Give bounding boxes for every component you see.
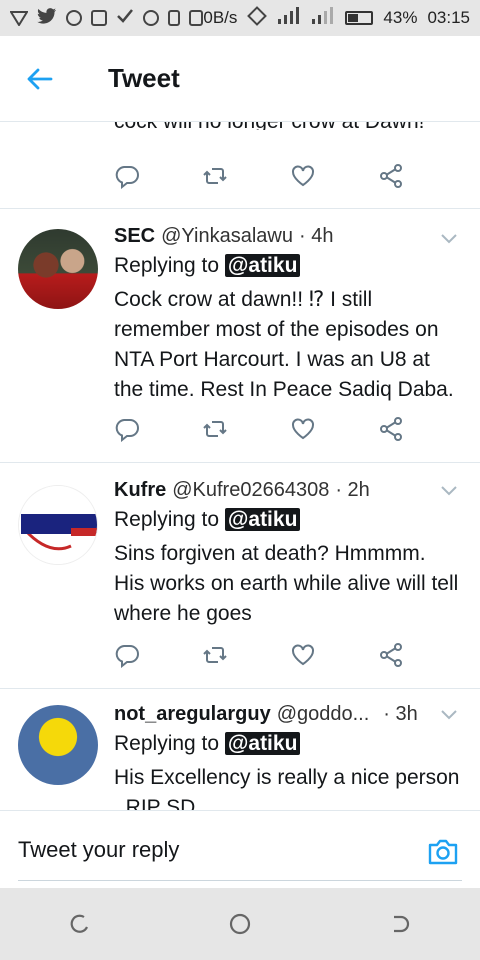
clock: 03:15 — [427, 8, 470, 27]
retweet-icon — [203, 647, 227, 663]
retweet-button[interactable] — [202, 163, 290, 189]
tweet-header: not_aregularguy @goddo... · 3h — [114, 701, 460, 727]
whatsapp-icon — [143, 10, 159, 26]
tweet-actions — [0, 409, 466, 449]
camera-icon[interactable] — [426, 835, 460, 869]
share-button[interactable] — [378, 416, 466, 442]
replying-to-label: Replying to — [114, 254, 220, 277]
battery-icon — [345, 11, 374, 25]
battery-saver-icon — [168, 10, 180, 26]
alert-icon — [189, 10, 203, 26]
author-name[interactable]: Kufre — [114, 477, 166, 503]
back-arrow-icon — [27, 68, 53, 89]
mention-link[interactable]: @atiku — [224, 732, 301, 755]
share-icon — [380, 417, 402, 441]
back-nav-button[interactable] — [385, 909, 415, 939]
kumesoft-logo — [19, 486, 97, 564]
like-button[interactable] — [290, 416, 378, 442]
chevron-down-icon[interactable] — [440, 705, 458, 723]
tweet-item[interactable]: SEC @Yinkasalawu · 4h Replying to @atiku… — [0, 208, 480, 462]
like-button[interactable] — [290, 163, 378, 189]
chevron-down-icon[interactable] — [440, 481, 458, 499]
replying-to: Replying to @atiku — [114, 251, 460, 281]
retweet-button[interactable] — [202, 416, 290, 442]
tweet-item[interactable]: Kufre @Kufre02664308 · 2h Replying to @a… — [0, 462, 480, 688]
twitter-icon — [37, 7, 57, 29]
notification-icons — [9, 7, 203, 29]
tweet-time: · 2h — [335, 479, 370, 501]
signal-icon — [277, 6, 301, 30]
page-title: Tweet — [108, 63, 180, 93]
rotate-icon — [247, 5, 268, 31]
heart-icon — [292, 165, 314, 187]
recents-button[interactable] — [65, 909, 95, 939]
retweet-icon — [203, 421, 227, 437]
reply-bar: Tweet your reply — [0, 810, 480, 888]
app-header: Tweet — [0, 36, 480, 122]
replying-to-label: Replying to — [114, 732, 220, 755]
share-button[interactable] — [378, 642, 466, 668]
network-speed: 0B/s — [203, 8, 238, 27]
avatar[interactable] — [18, 229, 98, 309]
author-name[interactable]: not_aregularguy — [114, 701, 271, 727]
tweet-thread[interactable]: cock will no longer crow at Dawn! SEC @Y… — [0, 122, 480, 810]
replying-to-label: Replying to — [114, 508, 220, 531]
tweet-time: · 4h — [298, 225, 334, 247]
reply-icon — [115, 166, 139, 189]
chevron-down-icon[interactable] — [440, 229, 458, 247]
tweet-text: His Excellency is really a nice person .… — [114, 766, 460, 810]
system-nav-bar — [0, 888, 480, 960]
author-name[interactable]: SEC — [114, 223, 155, 249]
reply-button[interactable] — [114, 416, 202, 442]
like-button[interactable] — [290, 642, 378, 668]
reply-icon — [115, 645, 139, 668]
image-icon — [91, 10, 107, 26]
heart-icon — [292, 644, 314, 666]
back-button[interactable] — [0, 36, 80, 122]
author-handle: @Kufre02664308 — [172, 479, 330, 501]
tweet-text: cock will no longer crow at Dawn! — [0, 122, 480, 130]
heart-icon — [292, 418, 314, 440]
tweet-time: · 3h — [383, 703, 418, 725]
mention-link[interactable]: @atiku — [224, 254, 301, 277]
home-button[interactable] — [225, 909, 255, 939]
share-icon — [380, 643, 402, 667]
chat-icon — [66, 10, 82, 26]
tweet-item[interactable]: not_aregularguy @goddo... · 3h Replying … — [0, 688, 480, 810]
notification-icon — [9, 10, 29, 27]
check-icon — [116, 8, 134, 29]
battery-percent: 43% — [383, 8, 418, 27]
status-right: 0B/s 43% 03:15 — [203, 5, 470, 31]
avatar[interactable] — [18, 485, 98, 565]
previous-tweet[interactable]: cock will no longer crow at Dawn! — [0, 122, 480, 208]
home-circle-icon — [229, 913, 251, 935]
status-bar: 0B/s 43% 03:15 — [0, 0, 480, 36]
tweet-actions — [0, 144, 480, 208]
retweet-icon — [203, 168, 227, 184]
replying-to: Replying to @atiku — [114, 729, 460, 759]
back-nav-icon — [394, 915, 410, 933]
tweet-header: SEC @Yinkasalawu · 4h — [114, 223, 460, 249]
tweet-text: Sins forgiven at death? Hmmmm. His works… — [114, 542, 459, 625]
author-handle: @Yinkasalawu — [161, 225, 293, 247]
tweet-text: Cock crow at dawn!! ⁉ I still remember m… — [114, 288, 454, 401]
signal-icon-2 — [311, 6, 335, 30]
mention-link[interactable]: @atiku — [224, 508, 301, 531]
reply-button[interactable] — [114, 642, 202, 668]
share-button[interactable] — [378, 163, 466, 189]
author-handle: @goddo... — [276, 703, 370, 725]
reply-input[interactable]: Tweet your reply — [18, 831, 462, 881]
replying-to: Replying to @atiku — [114, 505, 460, 535]
tweet-header: Kufre @Kufre02664308 · 2h — [114, 477, 460, 503]
reply-button[interactable] — [114, 163, 202, 189]
reply-icon — [115, 419, 139, 442]
tweet-actions — [0, 635, 466, 675]
avatar[interactable] — [18, 705, 98, 785]
share-icon — [380, 164, 402, 188]
recents-icon — [70, 914, 89, 933]
retweet-button[interactable] — [202, 642, 290, 668]
